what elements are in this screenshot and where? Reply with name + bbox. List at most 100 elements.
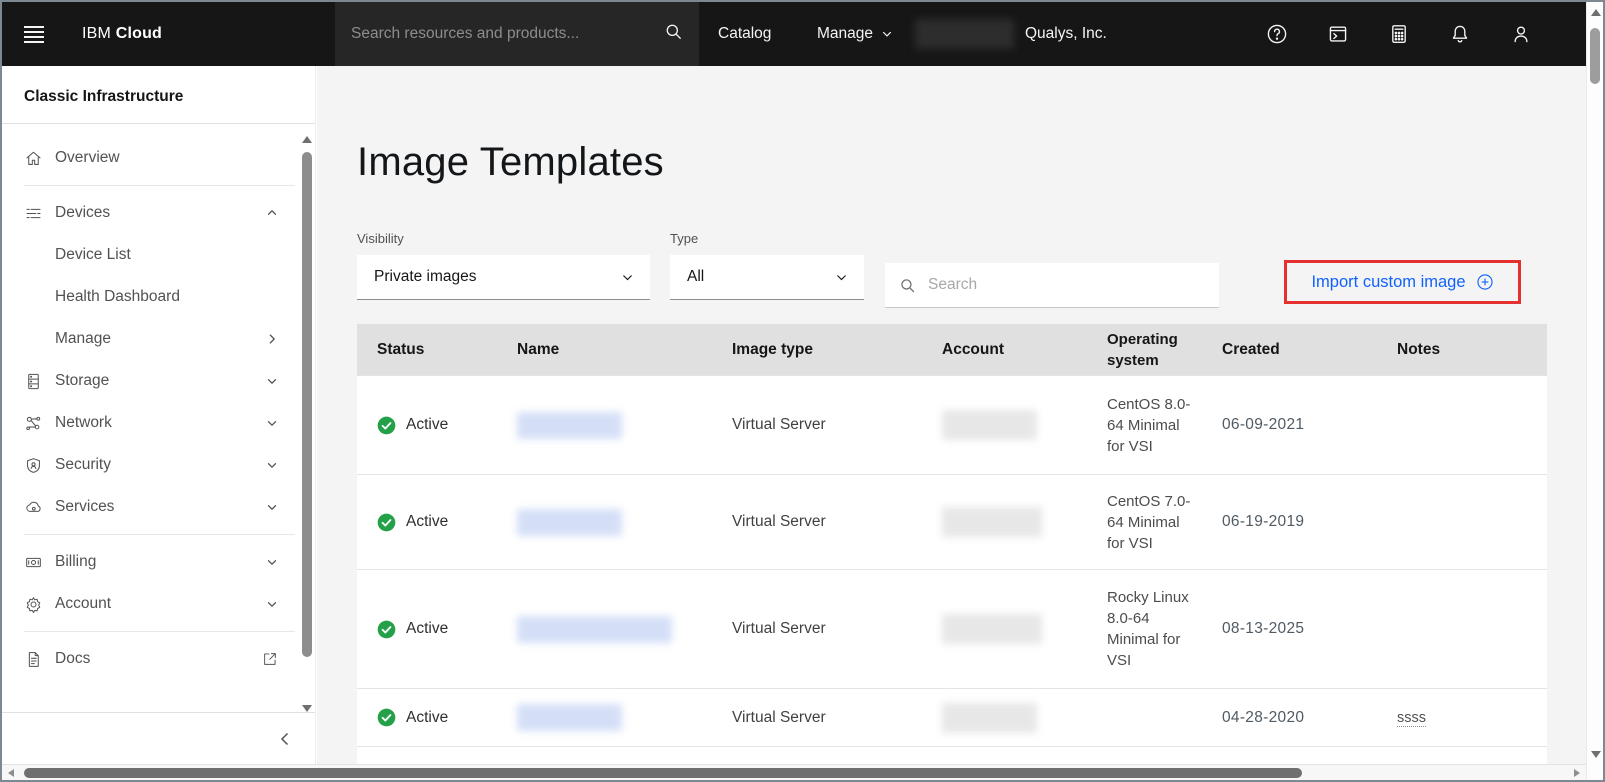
scroll-left-arrow-icon[interactable] [8, 769, 14, 777]
sidebar-item-label: Billing [55, 553, 265, 571]
browser-window: IBM Cloud Catalog Manage Qualys, Inc. Cl… [0, 0, 1605, 782]
horizontal-scrollbar-thumb[interactable] [24, 768, 1302, 778]
sidebar-item-security[interactable]: Security [2, 444, 315, 486]
image-templates-table: StatusNameImage typeAccountOperating sys… [357, 324, 1547, 764]
column-header-account[interactable]: Account [922, 341, 1097, 359]
sidebar-item-label: Security [55, 456, 265, 474]
name-cell[interactable] [497, 704, 712, 731]
status-label: Active [406, 620, 448, 638]
visibility-select[interactable]: Private images [357, 255, 650, 300]
search-icon[interactable] [664, 22, 683, 46]
billing-icon [24, 552, 44, 572]
scroll-down-arrow-icon[interactable] [1591, 751, 1601, 758]
import-custom-image-label: Import custom image [1311, 273, 1465, 292]
created-cell: 06-19-2019 [1202, 513, 1377, 531]
help-icon[interactable] [1265, 23, 1288, 46]
divider [24, 534, 295, 535]
scroll-up-arrow-icon[interactable] [302, 136, 312, 143]
sidebar-item-label: Docs [55, 650, 261, 668]
user-icon[interactable] [1509, 23, 1532, 46]
sidebar-item-label: Overview [55, 149, 279, 167]
chevron-down-icon [265, 500, 279, 514]
name-cell[interactable] [497, 509, 712, 536]
docs-icon [24, 649, 44, 669]
global-search-input[interactable] [351, 25, 664, 43]
topbar-icon-group [1265, 23, 1532, 46]
chevron-down-icon [835, 271, 848, 284]
name-cell[interactable] [497, 616, 712, 643]
divider [24, 631, 295, 632]
column-header-notes[interactable]: Notes [1377, 341, 1547, 359]
scroll-down-arrow-icon[interactable] [302, 705, 312, 712]
ibm-cloud-logo[interactable]: IBM Cloud [82, 25, 162, 43]
image-type-cell: Virtual Server [712, 620, 922, 638]
account-cell [922, 614, 1097, 644]
sidebar-item-storage[interactable]: Storage [2, 360, 315, 402]
table-row: ActiveVirtual ServerRocky Linux 8.0-64 M… [357, 569, 1547, 688]
sidebar-item-manage[interactable]: Manage [2, 318, 315, 360]
calculator-icon[interactable] [1387, 23, 1410, 46]
chevron-left-icon[interactable] [277, 731, 293, 747]
sidebar-item-overview[interactable]: Overview [2, 137, 315, 179]
chevron-down-icon [621, 271, 634, 284]
annotation-highlight-box: Import custom image [1284, 260, 1521, 304]
sidebar-item-account[interactable]: Account [2, 583, 315, 625]
import-custom-image-button[interactable]: Import custom image [1311, 273, 1493, 292]
sidebar-item-health-dashboard[interactable]: Health Dashboard [2, 276, 315, 318]
external-link-icon [261, 650, 279, 668]
status-cell: Active [357, 416, 497, 435]
image-type-cell: Virtual Server [712, 513, 922, 531]
table-search-input[interactable] [928, 276, 1205, 294]
page-scrollbar-horizontal[interactable] [2, 764, 1586, 780]
security-icon [24, 455, 44, 475]
status-cell: Active [357, 513, 497, 532]
page-scrollbar-vertical[interactable] [1586, 2, 1603, 780]
sidebar-scrollbar[interactable] [301, 132, 313, 714]
table-row: ActiveVirtual Server04-28-2020ssss [357, 688, 1547, 746]
name-redacted [517, 704, 622, 731]
network-icon [24, 413, 44, 433]
storage-icon [24, 371, 44, 391]
sidebar-item-label: Health Dashboard [55, 288, 279, 306]
scroll-right-arrow-icon[interactable] [1574, 769, 1580, 777]
visibility-label: Visibility [357, 231, 650, 246]
name-redacted [517, 509, 622, 536]
services-icon [24, 497, 44, 517]
main-content: Image Templates Visibility Private image… [317, 66, 1586, 764]
sidebar-item-network[interactable]: Network [2, 402, 315, 444]
devices-icon [24, 203, 44, 223]
notes-link[interactable]: ssss [1397, 710, 1426, 727]
search-icon [899, 277, 916, 294]
column-header-name[interactable]: Name [497, 341, 712, 359]
column-header-created[interactable]: Created [1202, 341, 1377, 359]
table-row: ActiveVirtual ServerCentOS 8.0-64 Minima… [357, 375, 1547, 474]
status-active-icon [377, 513, 396, 532]
sidebar-item-billing[interactable]: Billing [2, 541, 315, 583]
chevron-down-icon [265, 374, 279, 388]
notifications-icon[interactable] [1448, 23, 1471, 46]
type-select[interactable]: All [670, 255, 864, 300]
sidebar-item-device-list[interactable]: Device List [2, 234, 315, 276]
sidebar-item-devices[interactable]: Devices [2, 192, 315, 234]
name-cell[interactable] [497, 412, 712, 439]
scroll-up-arrow-icon[interactable] [1591, 9, 1601, 16]
type-value: All [687, 268, 704, 286]
home-icon [24, 148, 44, 168]
account-cell [922, 410, 1097, 440]
sidebar-collapse-bar [2, 712, 315, 764]
account-redacted [942, 703, 1037, 733]
account-name[interactable]: Qualys, Inc. [1025, 25, 1107, 43]
chevron-up-icon [265, 206, 279, 220]
sidebar-item-docs[interactable]: Docs [2, 638, 315, 680]
sidebar-scrollbar-thumb[interactable] [302, 152, 312, 657]
window-icon[interactable] [1326, 23, 1349, 46]
catalog-link[interactable]: Catalog [718, 25, 771, 43]
sidebar-item-services[interactable]: Services [2, 486, 315, 528]
column-header-operating-system[interactable]: Operating system [1097, 329, 1202, 371]
manage-menu[interactable]: Manage [817, 25, 893, 43]
column-header-image-type[interactable]: Image type [712, 341, 922, 359]
menu-icon[interactable] [8, 10, 56, 58]
page-scrollbar-thumb[interactable] [1590, 28, 1600, 84]
account-cell [922, 507, 1097, 537]
column-header-status[interactable]: Status [357, 341, 497, 359]
